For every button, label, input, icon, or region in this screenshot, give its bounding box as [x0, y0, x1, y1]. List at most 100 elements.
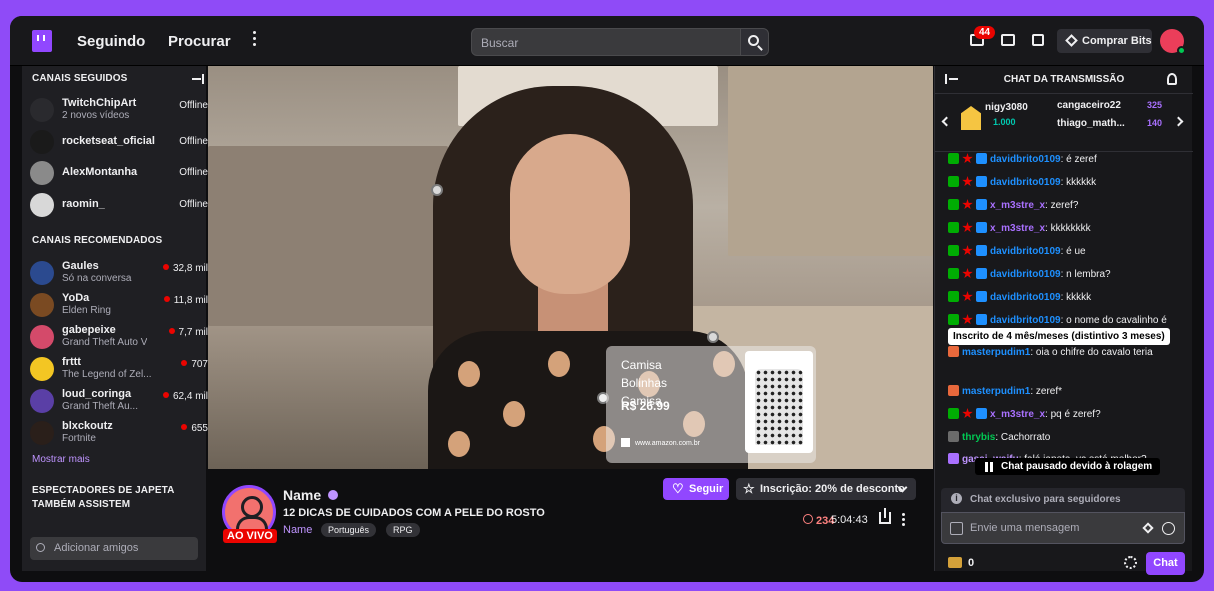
chat-text: : kkkkkk — [1060, 177, 1097, 188]
chat-username[interactable]: davidbrito0109 — [990, 154, 1061, 165]
chat-username[interactable]: davidbrito0109 — [990, 315, 1061, 326]
search-icon — [748, 35, 759, 46]
chat-badge-icon[interactable] — [948, 199, 959, 210]
chat-badge-icon[interactable] — [976, 153, 987, 164]
more-options-icon[interactable] — [902, 513, 905, 528]
chat-badge-icon[interactable] — [948, 153, 959, 164]
chat-username[interactable]: x_m3stre_x — [990, 200, 1045, 211]
more-options-icon[interactable] — [253, 31, 257, 47]
chat-username[interactable]: davidbrito0109 — [990, 292, 1061, 303]
chat-username[interactable]: davidbrito0109 — [990, 177, 1061, 188]
get-bits-button[interactable]: Comprar Bits — [1057, 29, 1152, 53]
chat-badge-icon[interactable] — [976, 291, 987, 302]
send-chat-button[interactable]: Chat — [1146, 552, 1185, 575]
chat-badge-icon[interactable] — [962, 222, 973, 233]
chat-badge-icon[interactable] — [962, 176, 973, 187]
badge-icon[interactable] — [950, 522, 963, 535]
chat-badge-icon[interactable] — [962, 408, 973, 419]
chat-badge-icon[interactable] — [948, 176, 959, 187]
stream-category[interactable]: Name — [283, 524, 312, 536]
search-button[interactable] — [740, 28, 769, 56]
twitch-logo-icon[interactable] — [32, 30, 52, 52]
chat-badge-icon[interactable] — [962, 291, 973, 302]
nav-following[interactable]: Seguindo — [77, 33, 145, 50]
product-image — [745, 351, 813, 453]
chevron-left-icon[interactable] — [941, 116, 952, 127]
settings-icon[interactable] — [1124, 556, 1137, 569]
follow-button[interactable]: Seguir — [663, 478, 729, 500]
followed-channel[interactable]: rocketseat_oficial Offline — [30, 128, 208, 158]
search-input[interactable]: Buscar — [471, 28, 741, 56]
chat-badge-icon[interactable] — [962, 314, 973, 325]
app-window: Seguindo Procurar Buscar 44 Comprar Bits… — [10, 16, 1204, 582]
stream-tag[interactable]: Português — [321, 523, 377, 537]
channel-viewers: 655 — [181, 423, 208, 434]
bits-icon[interactable] — [1142, 522, 1154, 534]
recommended-channel[interactable]: blxckoutz Fortnite 655 — [30, 419, 208, 449]
channel-avatar — [30, 130, 54, 154]
product-hotspot[interactable] — [431, 184, 443, 196]
followed-channel[interactable]: TwitchChipArt 2 novos vídeos Offline — [30, 96, 208, 126]
chat-badge-icon[interactable] — [976, 245, 987, 256]
recommended-channel[interactable]: Gaules Só na conversa 32,8 mil — [30, 259, 208, 289]
channel-avatar — [30, 325, 54, 349]
chat-badge-icon[interactable] — [948, 408, 959, 419]
chat-badge-icon[interactable] — [976, 199, 987, 210]
activity-feed-icon[interactable] — [1032, 34, 1044, 46]
collapse-sidebar-icon[interactable] — [192, 74, 204, 84]
chat-username[interactable]: thrybis — [962, 432, 995, 443]
chat-username[interactable]: x_m3stre_x — [990, 223, 1045, 234]
community-icon[interactable] — [1167, 73, 1177, 85]
show-more-link[interactable]: Mostrar mais — [32, 454, 90, 465]
recommended-channel[interactable]: YoDa Elden Ring 11,8 mil — [30, 291, 208, 321]
stream-tag[interactable]: RPG — [386, 523, 420, 537]
product-hotspot[interactable] — [707, 331, 719, 343]
chat-badge-icon[interactable] — [948, 453, 959, 464]
chat-badge-icon[interactable] — [962, 199, 973, 210]
channel-points[interactable]: 0 — [948, 557, 974, 569]
chat-badge-icon[interactable] — [976, 222, 987, 233]
chat-badge-icon[interactable] — [976, 314, 987, 325]
followed-channel[interactable]: AlexMontanha Offline — [30, 159, 208, 189]
followed-channel[interactable]: raomin_ Offline — [30, 191, 208, 221]
chat-message: davidbrito0109: é ue — [948, 244, 1183, 259]
chat-badge-icon[interactable] — [948, 431, 959, 442]
chat-badge-icon[interactable] — [962, 268, 973, 279]
channel-name: YoDa — [62, 292, 90, 304]
share-icon[interactable] — [879, 508, 891, 524]
chat-badge-icon[interactable] — [948, 268, 959, 279]
whispers-icon[interactable] — [1001, 34, 1015, 46]
chat-badge-icon[interactable] — [948, 385, 959, 396]
subscribe-button[interactable]: Inscrição: 20% de desconto — [736, 478, 916, 500]
chat-badge-icon[interactable] — [976, 408, 987, 419]
chat-badge-icon[interactable] — [962, 245, 973, 256]
user-avatar[interactable] — [1160, 29, 1186, 55]
chat-badge-icon[interactable] — [948, 291, 959, 302]
recommended-channel[interactable]: gabepeixe Grand Theft Auto V 7,7 mil — [30, 323, 208, 353]
chat-badge-icon[interactable] — [948, 314, 959, 325]
channel-viewers: 707 — [181, 359, 208, 370]
chat-username[interactable]: davidbrito0109 — [990, 269, 1061, 280]
add-friends-input[interactable]: Adicionar amigos — [30, 537, 198, 560]
chat-badge-icon[interactable] — [948, 222, 959, 233]
product-url[interactable]: www.amazon.com.br — [621, 438, 700, 447]
product-card[interactable]: Camisa Bolinhas Camisa R$ 26.99 www.amaz… — [606, 346, 816, 463]
recommended-channel[interactable]: frttt The Legend of Zel... 707 — [30, 355, 208, 385]
chat-username[interactable]: x_m3stre_x — [990, 409, 1045, 420]
chat-badge-icon[interactable] — [976, 176, 987, 187]
chat-paused-banner[interactable]: Chat pausado devido à rolagem — [975, 458, 1161, 475]
chat-username[interactable]: davidbrito0109 — [990, 246, 1061, 257]
video-player[interactable]: Camisa Bolinhas Camisa R$ 26.99 www.amaz… — [208, 66, 933, 469]
chat-input[interactable]: Envie uma mensagem — [941, 512, 1185, 544]
emote-icon[interactable] — [1162, 522, 1175, 535]
recommended-channel[interactable]: loud_coringa Grand Theft Au... 62,4 mil — [30, 387, 208, 417]
chat-badge-icon[interactable] — [976, 268, 987, 279]
chat-username[interactable]: masterpudim1 — [962, 347, 1030, 358]
chat-username[interactable]: masterpudim1 — [962, 386, 1030, 397]
chevron-right-icon[interactable] — [1173, 116, 1184, 127]
chat-badge-icon[interactable] — [948, 245, 959, 256]
chat-badge-icon[interactable] — [962, 153, 973, 164]
chat-badge-icon[interactable] — [948, 346, 959, 357]
streamer-name[interactable]: Name — [283, 487, 321, 503]
nav-browse[interactable]: Procurar — [168, 33, 231, 50]
